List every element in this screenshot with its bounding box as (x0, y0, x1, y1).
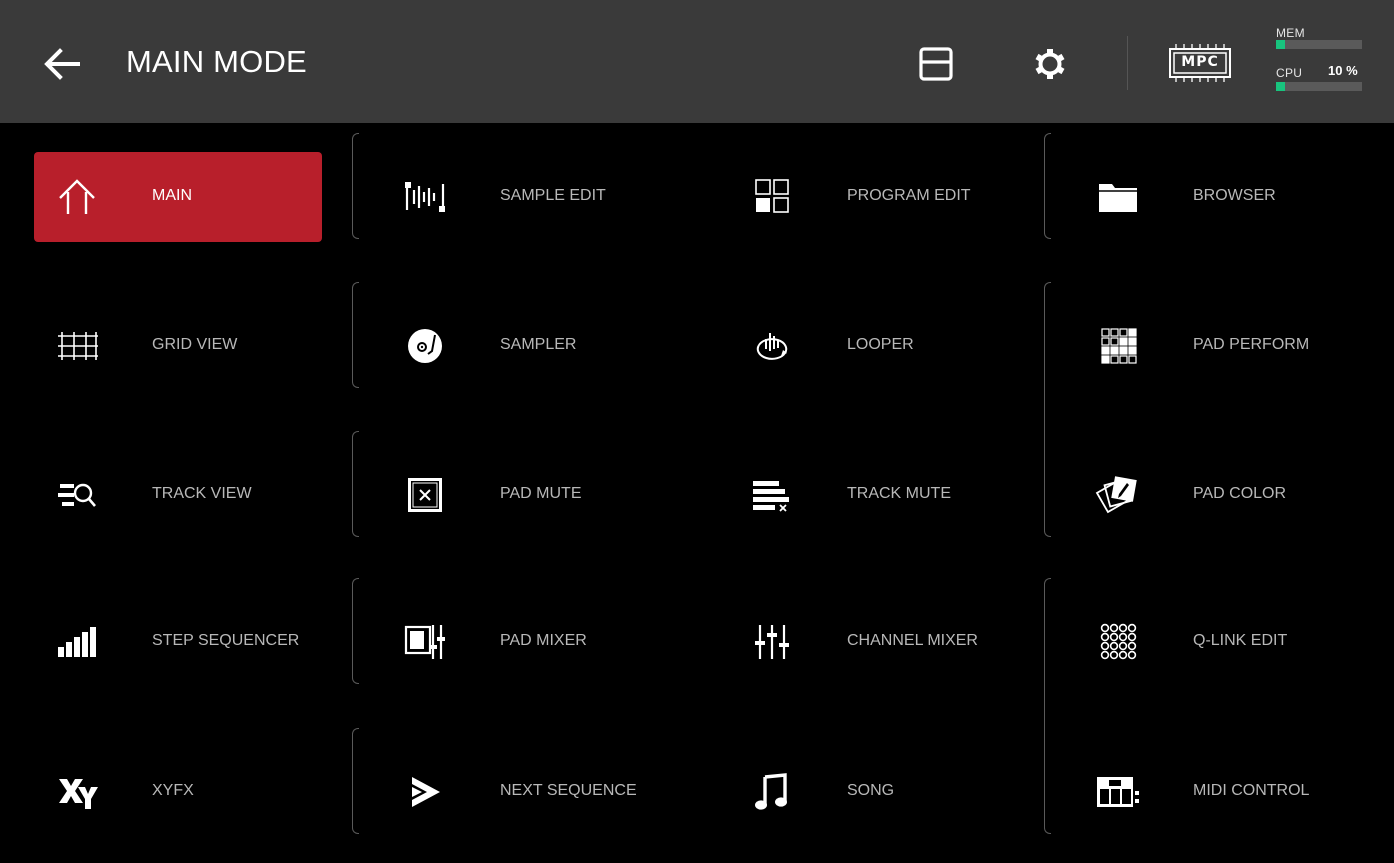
settings-button[interactable] (1032, 46, 1068, 82)
mode-tile-pad-color[interactable]: PAD COLOR (1075, 450, 1363, 540)
mode-tile-q-link-edit[interactable]: Q-LINK EDIT (1075, 597, 1363, 687)
page-title: MAIN MODE (126, 44, 307, 79)
folder-icon (1095, 174, 1141, 220)
group-bracket (352, 133, 359, 239)
track-search-icon (54, 472, 100, 518)
mode-label: Q-LINK EDIT (1193, 632, 1288, 649)
mode-label: PAD MUTE (500, 485, 582, 502)
mode-label: XYFX (152, 782, 194, 799)
mode-tile-sampler[interactable]: SAMPLER (382, 301, 670, 391)
cpu-meter (1276, 82, 1362, 91)
mode-label: TRACK MUTE (847, 485, 951, 502)
mode-tile-step-sequencer[interactable]: STEP SEQUENCER (34, 597, 322, 687)
mode-grid: MAIN SAMPLE EDIT PROGRAM EDIT BROWSER GR… (0, 123, 1394, 863)
xy-icon (54, 769, 100, 815)
mem-label: MEM (1276, 26, 1305, 40)
pad-color-icon (1095, 472, 1141, 518)
pad-mute-icon (402, 472, 448, 518)
next-sequence-icon (402, 769, 448, 815)
mode-label: GRID VIEW (152, 336, 238, 353)
mode-label: NEXT SEQUENCE (500, 782, 637, 799)
group-bracket (352, 578, 359, 684)
mode-tile-midi-control[interactable]: MIDI CONTROL (1075, 747, 1363, 837)
group-bracket (352, 282, 359, 388)
mem-meter (1276, 40, 1362, 49)
grid-icon (54, 323, 100, 369)
faders-icon (749, 619, 795, 665)
mode-tile-sample-edit[interactable]: SAMPLE EDIT (382, 152, 670, 242)
midi-control-icon (1095, 769, 1141, 815)
group-bracket (1044, 282, 1051, 537)
mode-tile-next-sequence[interactable]: NEXT SEQUENCE (382, 747, 670, 837)
mem-meter-fill (1276, 40, 1285, 49)
back-button[interactable] (40, 42, 84, 86)
looper-icon (749, 323, 795, 369)
mode-label: LOOPER (847, 336, 914, 353)
mode-label: MIDI CONTROL (1193, 782, 1310, 799)
music-note-icon (749, 769, 795, 815)
header-divider (1127, 36, 1128, 90)
gear-icon (1035, 49, 1065, 79)
mode-tile-song[interactable]: SONG (729, 747, 1017, 837)
mode-tile-program-edit[interactable]: PROGRAM EDIT (729, 152, 1017, 242)
top-bar: MAIN MODE MPC MEM CPU 10 % (0, 0, 1394, 123)
mode-tile-xyfx[interactable]: XYFX (34, 747, 322, 837)
mode-tile-pad-perform[interactable]: PAD PERFORM (1075, 301, 1363, 391)
home-icon (54, 174, 100, 220)
mpc-chip-button[interactable]: MPC (1166, 40, 1234, 86)
mode-tile-pad-mute[interactable]: PAD MUTE (382, 450, 670, 540)
mode-tile-grid-view[interactable]: GRID VIEW (34, 301, 322, 391)
group-bracket (352, 431, 359, 537)
pad-perform-icon (1095, 323, 1141, 369)
save-button[interactable] (918, 46, 954, 82)
turntable-icon (402, 323, 448, 369)
program-grid-icon (749, 174, 795, 220)
mode-label: STEP SEQUENCER (152, 632, 300, 649)
mode-tile-looper[interactable]: LOOPER (729, 301, 1017, 391)
mode-label: CHANNEL MIXER (847, 632, 978, 649)
mode-label: SONG (847, 782, 895, 799)
group-bracket (352, 728, 359, 834)
save-icon (919, 47, 953, 81)
track-mute-icon (749, 472, 795, 518)
arrow-left-icon (44, 48, 80, 80)
mode-tile-track-mute[interactable]: TRACK MUTE (729, 450, 1017, 540)
mode-label: TRACK VIEW (152, 485, 252, 502)
waveform-icon (402, 174, 448, 220)
mode-tile-channel-mixer[interactable]: CHANNEL MIXER (729, 597, 1017, 687)
cpu-value: 10 % (1328, 63, 1358, 78)
group-bracket (1044, 133, 1051, 239)
mode-tile-browser[interactable]: BROWSER (1075, 152, 1363, 242)
mpc-chip-label: MPC (1181, 54, 1219, 70)
mode-label: PAD MIXER (500, 632, 587, 649)
mode-label: PROGRAM EDIT (847, 187, 971, 204)
mode-label: SAMPLER (500, 336, 577, 353)
step-bars-icon (54, 619, 100, 665)
mode-label: SAMPLE EDIT (500, 187, 606, 204)
mode-label: MAIN (152, 187, 192, 204)
mode-tile-main[interactable]: MAIN (34, 152, 322, 242)
mode-tile-track-view[interactable]: TRACK VIEW (34, 450, 322, 540)
mode-tile-pad-mixer[interactable]: PAD MIXER (382, 597, 670, 687)
cpu-label: CPU (1276, 66, 1303, 80)
qlink-knobs-icon (1095, 619, 1141, 665)
pad-mixer-icon (402, 619, 448, 665)
mode-label: PAD COLOR (1193, 485, 1287, 502)
mode-label: BROWSER (1193, 187, 1276, 204)
cpu-meter-fill (1276, 82, 1285, 91)
mode-label: PAD PERFORM (1193, 336, 1310, 353)
group-bracket (1044, 578, 1051, 834)
